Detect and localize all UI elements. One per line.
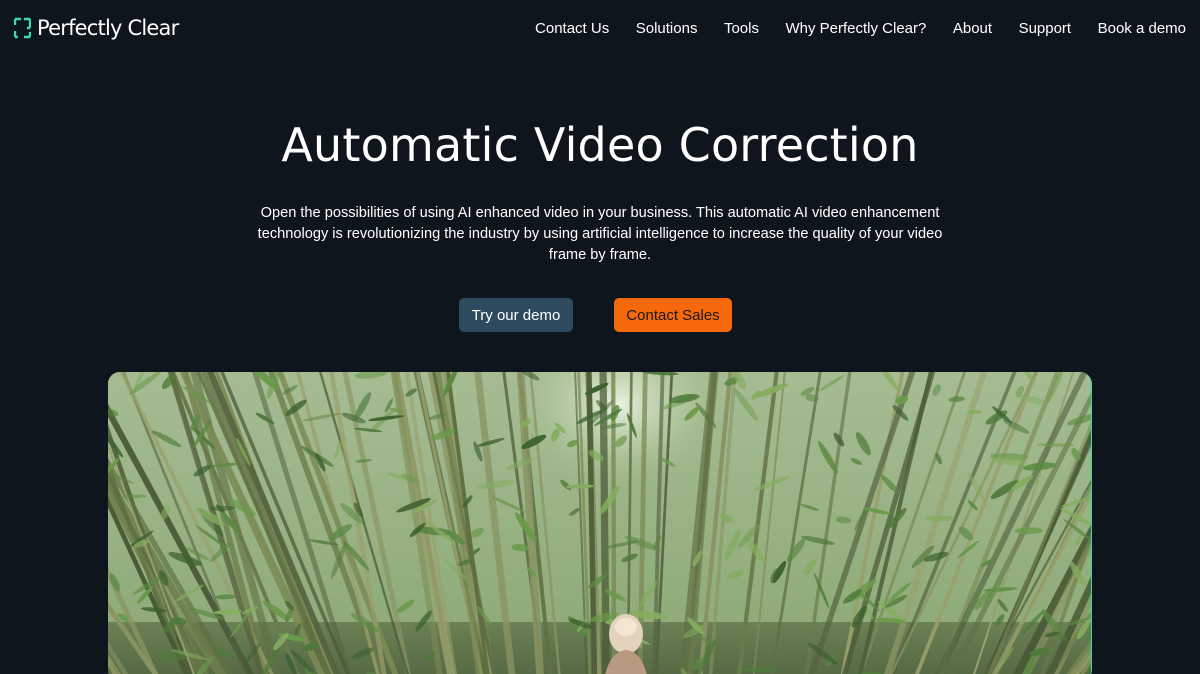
bamboo-forest-video-frame [108, 372, 1091, 674]
main-nav: Contact Us Solutions Tools Why Perfectly… [509, 20, 1186, 37]
page: Perfectly Clear Contact Us Solutions Too… [0, 0, 1200, 674]
contact-sales-button[interactable]: Contact Sales [614, 298, 732, 332]
nav-solutions[interactable]: Solutions [636, 20, 698, 37]
logo-icon [14, 17, 31, 39]
nav-why-perfectly-clear[interactable]: Why Perfectly Clear? [785, 20, 926, 37]
nav-about[interactable]: About [953, 20, 992, 37]
hero-video[interactable] [108, 372, 1092, 674]
logo-link[interactable]: Perfectly Clear [14, 16, 179, 40]
site-header: Perfectly Clear Contact Us Solutions Too… [0, 0, 1200, 56]
nav-support[interactable]: Support [1019, 20, 1072, 37]
try-demo-button[interactable]: Try our demo [459, 298, 573, 332]
nav-book-a-demo[interactable]: Book a demo [1098, 20, 1186, 37]
nav-tools[interactable]: Tools [724, 20, 759, 37]
nav-contact-us[interactable]: Contact Us [535, 20, 609, 37]
page-title: Automatic Video Correction [281, 118, 919, 172]
logo-text: Perfectly Clear [37, 16, 179, 40]
hero-description: Open the possibilities of using AI enhan… [257, 205, 943, 263]
